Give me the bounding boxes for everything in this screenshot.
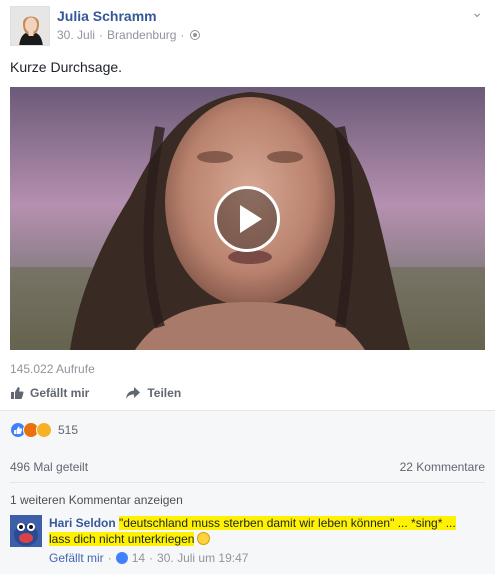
author-avatar[interactable] [10, 6, 50, 46]
video-views: 145.022 Aufrufe [10, 362, 95, 376]
share-button[interactable]: Teilen [125, 386, 181, 400]
reaction-count[interactable]: 515 [58, 423, 78, 437]
footer-dot-2: · [149, 551, 154, 565]
post-location[interactable]: Brandenburg [107, 28, 176, 42]
globe-icon[interactable] [190, 30, 201, 40]
footer-dot: · [107, 551, 112, 565]
reactions-summary[interactable]: 515 [10, 422, 78, 438]
comment-timestamp[interactable]: 30. Juli um 19:47 [157, 551, 248, 565]
divider [10, 482, 485, 483]
comment-count[interactable]: 22 Kommentare [400, 460, 485, 474]
comment-like-icon [115, 552, 128, 564]
like-button[interactable]: Gefällt mir [10, 386, 89, 400]
author-name[interactable]: Julia Schramm [57, 8, 157, 24]
share-label: Teilen [147, 386, 182, 400]
share-count[interactable]: 496 Mal geteilt [10, 460, 88, 474]
avatar-image [10, 515, 42, 547]
video-player[interactable] [10, 87, 485, 350]
thumbs-up-icon [11, 387, 24, 399]
comment-like-count[interactable]: 14 [132, 551, 145, 565]
comment-footer: Gefällt mir · 14 · 30. Juli um 19:47 [49, 551, 248, 565]
share-arrow-icon [126, 387, 141, 399]
chevron-down-icon[interactable]: ⌄ [471, 4, 483, 21]
post-header: Julia Schramm 30. Juli · Brandenburg · ⌄ [0, 0, 495, 52]
meta-separator-2: · [180, 28, 185, 42]
comment: Hari Seldon "deutschland muss sterben da… [49, 515, 469, 547]
post-actions: Gefällt mir Teilen [10, 386, 181, 400]
like-label: Gefällt mir [30, 386, 90, 400]
comment-text-line2: lass dich nicht unterkriegen [49, 532, 195, 546]
avatar-image [11, 7, 49, 45]
post-meta: 30. Juli · Brandenburg · [57, 28, 201, 42]
meta-separator: · [99, 28, 104, 42]
play-button-icon[interactable] [214, 186, 280, 252]
post-text: Kurze Durchsage. [10, 59, 123, 75]
show-more-comments-link[interactable]: 1 weiteren Kommentar anzeigen [10, 493, 183, 507]
commenter-avatar[interactable] [10, 515, 42, 547]
comment-text-line1: "deutschland muss sterben damit wir lebe… [119, 516, 456, 530]
smiley-emoji-icon [197, 532, 211, 545]
post-date[interactable]: 30. Juli [57, 28, 95, 42]
haha-reaction-icon [36, 422, 52, 438]
comment-like-button[interactable]: Gefällt mir [49, 551, 104, 565]
comment-author[interactable]: Hari Seldon [49, 516, 116, 530]
